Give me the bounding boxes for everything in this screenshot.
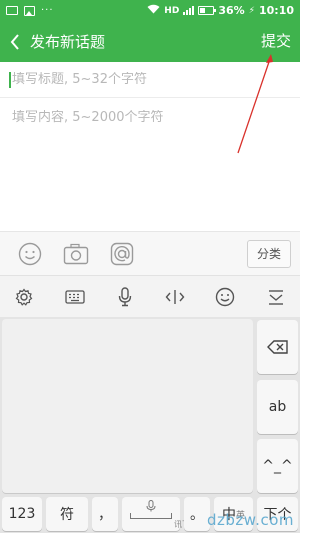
battery-icon [198, 6, 217, 15]
attachment-bar: 分类 [0, 231, 300, 275]
hide-keyboard-icon[interactable] [264, 285, 288, 309]
text-cursor [9, 72, 11, 88]
clock: 10:10 [258, 4, 294, 17]
handwriting-pad[interactable] [2, 319, 253, 493]
title-field[interactable] [0, 62, 300, 98]
page-title: 发布新话题 [30, 33, 106, 51]
at-icon[interactable] [108, 240, 136, 268]
keyboard-icon[interactable] [63, 285, 87, 309]
backspace-key[interactable] [257, 320, 298, 374]
battery-percent: 36% [218, 4, 245, 17]
space-key[interactable]: 讯飞 [122, 497, 190, 531]
message-icon [6, 6, 18, 15]
image-icon [24, 5, 35, 16]
back-arrow-icon[interactable] [0, 21, 30, 62]
backspace-icon [266, 340, 288, 354]
wifi-icon [147, 4, 160, 17]
title-input[interactable] [12, 72, 282, 87]
watermark: dzbzw.com [207, 511, 294, 529]
emoticon-key[interactable]: ^_^ [257, 439, 298, 493]
settings-icon[interactable] [12, 285, 36, 309]
symbol-key[interactable]: 符 [46, 497, 88, 531]
soft-keyboard: ab ^_^ 123 符 ， 讯飞 。 中英 下个 dzbzw.com [0, 317, 300, 533]
content-input[interactable] [12, 110, 282, 125]
number-key[interactable]: 123 [2, 497, 42, 531]
category-button[interactable]: 分类 [247, 240, 291, 268]
signal-icon [183, 6, 195, 15]
keyboard-toolbar [0, 275, 300, 317]
comma-key[interactable]: ， [92, 497, 118, 531]
microphone-icon[interactable] [113, 285, 137, 309]
submit-button[interactable]: 提交 [261, 21, 291, 62]
app-bar: 发布新话题 提交 [0, 21, 300, 62]
voice-input-icon [146, 499, 156, 511]
cursor-move-icon[interactable] [163, 285, 187, 309]
charging-icon: ⚡ [248, 5, 255, 16]
emoji-icon[interactable] [16, 240, 44, 268]
hd-indicator: HD [164, 5, 180, 16]
alphabet-key[interactable]: ab [257, 380, 298, 434]
camera-icon[interactable] [62, 240, 90, 268]
more-notifications-icon: ··· [41, 5, 54, 16]
status-bar: ··· HD 36% ⚡ 10:10 [0, 0, 300, 21]
smile-icon[interactable] [213, 285, 237, 309]
